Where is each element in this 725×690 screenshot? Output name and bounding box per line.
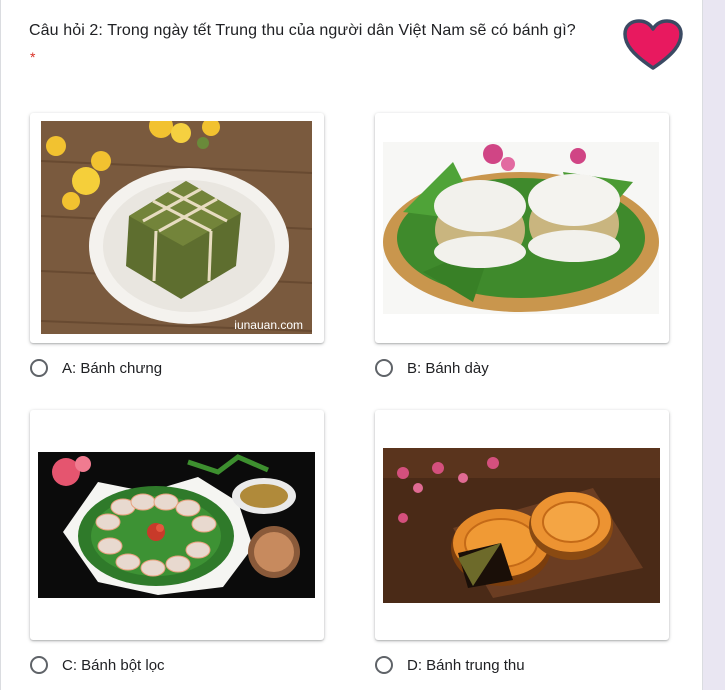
banh-trung-thu-image <box>383 448 660 603</box>
question-title: Câu hỏi 2: Trong ngày tết Trung thu của … <box>29 22 576 39</box>
option-c[interactable]: C: Bánh bột lọc <box>30 652 165 678</box>
option-d[interactable]: D: Bánh trung thu <box>375 652 525 678</box>
option-c-image-card[interactable] <box>30 410 324 640</box>
heart-icon <box>623 19 683 70</box>
watermark-text: iunauan.com <box>234 318 303 332</box>
option-d-label: D: Bánh trung thu <box>407 656 525 674</box>
question-card: Câu hỏi 2: Trong ngày tết Trung thu của … <box>0 0 703 690</box>
option-a-image-card[interactable]: iunauan.com <box>30 113 324 343</box>
option-c-radio[interactable] <box>30 656 48 674</box>
option-b-radio[interactable] <box>375 359 393 377</box>
option-a[interactable]: A: Bánh chưng <box>30 355 162 381</box>
option-b-image-card[interactable] <box>375 113 669 343</box>
banh-bot-loc-image <box>38 452 315 598</box>
option-a-label: A: Bánh chưng <box>62 359 163 377</box>
option-b[interactable]: B: Bánh dày <box>375 355 489 381</box>
option-d-radio[interactable] <box>375 656 393 674</box>
banh-day-image <box>383 142 659 314</box>
required-marker: * <box>30 49 36 65</box>
option-d-image-card[interactable] <box>375 410 669 640</box>
option-c-label: C: Bánh bột lọc <box>62 656 165 674</box>
option-b-label: B: Bánh dày <box>407 359 489 377</box>
option-a-radio[interactable] <box>30 359 48 377</box>
banh-chung-image: iunauan.com <box>41 121 312 334</box>
